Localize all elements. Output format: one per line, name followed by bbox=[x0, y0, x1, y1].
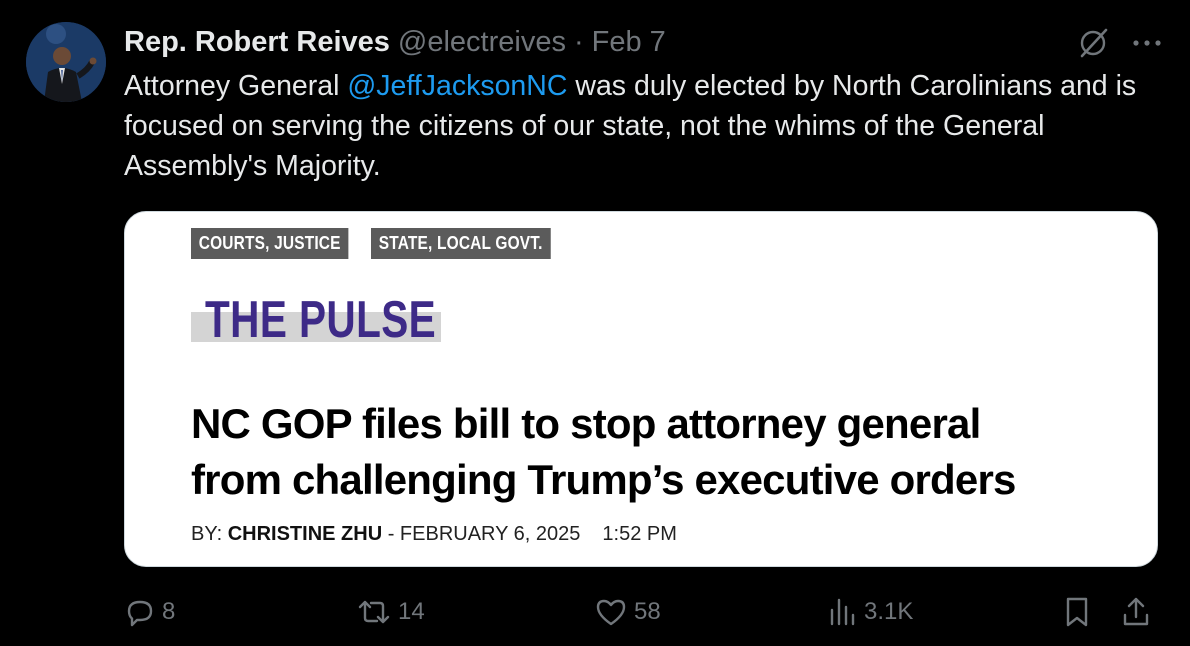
section-logo-text: THE PULSE bbox=[205, 291, 437, 349]
more-icon[interactable] bbox=[1132, 38, 1162, 48]
tweet-date[interactable]: Feb 7 bbox=[592, 26, 666, 59]
avatar-photo bbox=[26, 22, 106, 102]
headline-line-1: NC GOP files bill to stop attorney gener… bbox=[191, 400, 981, 447]
repost-button[interactable]: 14 bbox=[356, 592, 425, 632]
views-icon bbox=[830, 598, 855, 626]
avatar[interactable] bbox=[26, 22, 106, 102]
byline-author: CHRISTINE ZHU bbox=[227, 523, 383, 545]
heart-icon bbox=[596, 599, 626, 626]
article-byline: BY: CHRISTINE ZHU - FEBRUARY 6, 2025 1:52… bbox=[191, 523, 677, 546]
tweet-text: Attorney General @JeffJacksonNC was duly… bbox=[124, 66, 1144, 186]
section-logo: THE PULSE bbox=[191, 291, 441, 349]
repost-count: 14 bbox=[398, 598, 425, 625]
like-count: 58 bbox=[634, 598, 661, 625]
byline-date: - FEBRUARY 6, 2025 bbox=[382, 523, 581, 545]
reply-button[interactable]: 8 bbox=[124, 592, 175, 632]
bookmark-button[interactable] bbox=[1062, 592, 1092, 632]
author-name[interactable]: Rep. Robert Reives bbox=[124, 26, 390, 59]
media-card[interactable]: COURTS, JUSTICE STATE, LOCAL GOVT. THE P… bbox=[124, 211, 1158, 567]
reply-icon bbox=[127, 600, 153, 627]
tweet-text-before: Attorney General bbox=[124, 70, 348, 102]
tweet-top-actions bbox=[1076, 26, 1162, 60]
tag-state-local-govt: STATE, LOCAL GOVT. bbox=[371, 228, 551, 259]
views-count: 3.1K bbox=[864, 598, 914, 625]
author-handle[interactable]: @electreives bbox=[398, 26, 566, 59]
share-button[interactable] bbox=[1120, 592, 1152, 632]
mention-link[interactable]: @JeffJacksonNC bbox=[347, 70, 567, 102]
like-button[interactable]: 58 bbox=[594, 592, 661, 632]
headline-line-2: from challenging Trump’s executive order… bbox=[191, 456, 1016, 503]
article-headline: NC GOP files bill to stop attorney gener… bbox=[191, 396, 1151, 508]
action-bar: 8 14 58 3.1K bbox=[124, 592, 1162, 632]
byline-time: 1:52 PM bbox=[602, 523, 677, 545]
share-icon bbox=[1123, 597, 1149, 626]
reply-count: 8 bbox=[162, 598, 176, 625]
grok-icon[interactable] bbox=[1076, 26, 1110, 60]
bookmark-icon bbox=[1066, 597, 1088, 627]
separator-dot: · bbox=[573, 25, 584, 58]
views-button[interactable]: 3.1K bbox=[828, 592, 913, 632]
tweet-header: Rep. Robert Reives @electreives · Feb 7 bbox=[124, 24, 666, 60]
repost-icon bbox=[358, 600, 390, 624]
tag-courts-justice: COURTS, JUSTICE bbox=[191, 228, 349, 259]
byline-prefix: BY: bbox=[191, 523, 228, 545]
